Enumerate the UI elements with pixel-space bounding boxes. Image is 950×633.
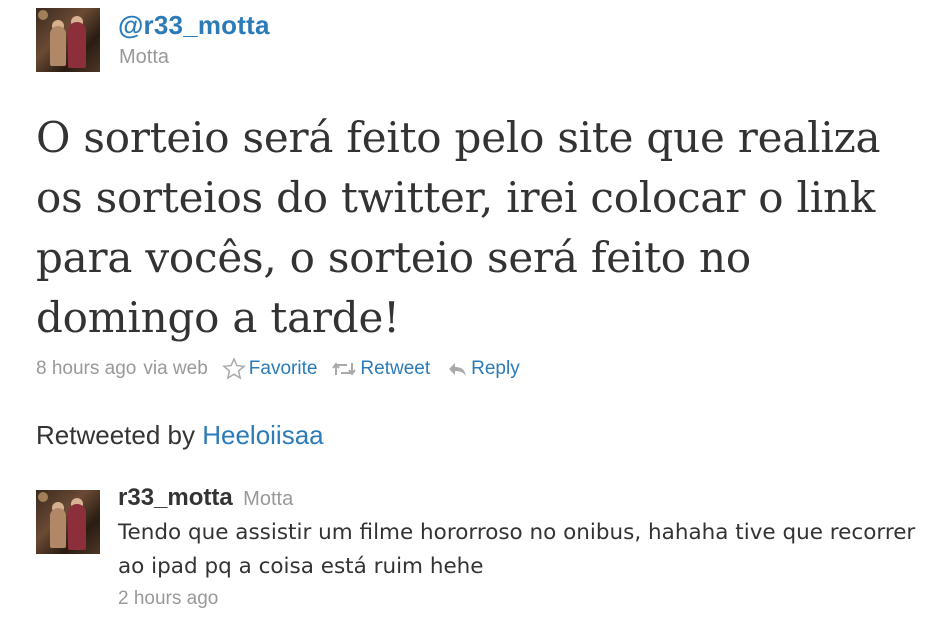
avatar-photo-detail [50, 508, 66, 548]
reply-button[interactable]: Reply [446, 358, 520, 380]
retweeted-by-label: Retweeted by [36, 420, 195, 450]
tweet-text: O sorteio será feito pelo site que reali… [36, 113, 881, 342]
retweet-label: Retweet [360, 358, 431, 379]
tweet-text: Tendo que assistir um filme hororroso no… [118, 520, 916, 579]
avatar-photo-detail [38, 10, 48, 20]
retweeted-by-user-link[interactable]: Heeloiisaa [202, 420, 323, 450]
avatar-photo-detail [50, 26, 66, 66]
screen-name-link[interactable]: r33_motta [118, 484, 233, 511]
reply-icon [449, 363, 467, 376]
real-name: Motta [243, 488, 294, 510]
timeline-tweet: r33_motta Motta Tendo que assistir um fi… [118, 484, 918, 610]
reply-label: Reply [471, 358, 520, 379]
tweet-header: r33_motta Motta [118, 484, 918, 512]
avatar-photo-detail [68, 22, 86, 68]
avatar-photo-detail [38, 492, 48, 502]
tweet-timestamp[interactable]: 8 hours ago [36, 358, 136, 380]
tweet-timestamp[interactable]: 2 hours ago [118, 588, 918, 610]
tweet-meta: 8 hours ago via web Favorite Retweet Rep… [36, 355, 520, 383]
avatar[interactable] [36, 8, 100, 72]
screen-name-link[interactable]: @r33_motta [118, 10, 270, 41]
star-icon [221, 357, 246, 380]
avatar-photo-detail [68, 504, 86, 550]
retweeted-by: Retweeted by Heeloiisaa [36, 420, 324, 451]
favorite-label: Favorite [248, 358, 318, 379]
favorite-button[interactable]: Favorite [221, 357, 318, 381]
tweet-source: via web [143, 358, 208, 379]
real-name: Motta [119, 46, 170, 68]
retweet-icon [332, 362, 357, 376]
avatar[interactable] [36, 490, 100, 554]
retweet-button[interactable]: Retweet [331, 358, 430, 380]
